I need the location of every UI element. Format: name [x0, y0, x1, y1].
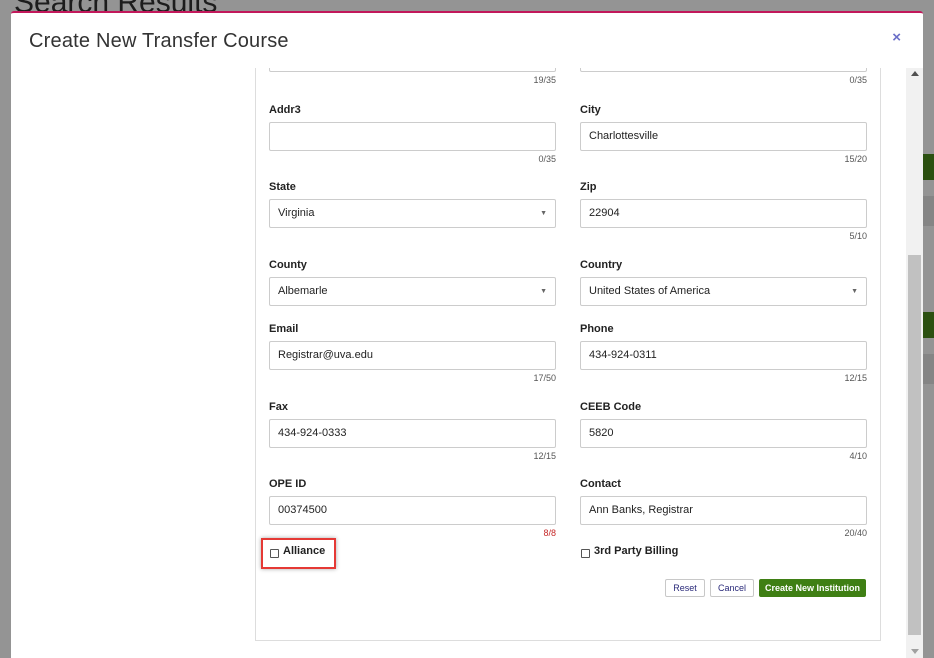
chevron-down-icon: ▼: [540, 210, 547, 217]
city-input[interactable]: Charlottesville: [580, 122, 867, 151]
third-party-billing-label[interactable]: 3rd Party Billing: [594, 545, 678, 557]
ceeb-code-counter: 4/10: [849, 451, 867, 461]
scroll-down-icon[interactable]: [911, 649, 919, 654]
addr-right-input[interactable]: [580, 68, 867, 72]
fax-label: Fax: [269, 401, 288, 413]
county-select[interactable]: Albemarle ▼: [269, 277, 556, 306]
zip-counter: 5/10: [849, 231, 867, 241]
email-input[interactable]: Registrar@uva.edu: [269, 341, 556, 370]
country-select[interactable]: United States of America ▼: [580, 277, 867, 306]
county-selected-value: Albemarle: [278, 285, 328, 297]
zip-label: Zip: [580, 181, 597, 193]
reset-button[interactable]: Reset: [665, 579, 705, 597]
ope-id-label: OPE ID: [269, 478, 307, 490]
fax-counter: 12/15: [533, 451, 556, 461]
create-transfer-course-modal: Create New Transfer Course × 19/35 0/35 …: [11, 11, 923, 658]
modal-header: Create New Transfer Course ×: [11, 13, 923, 68]
contact-counter: 20/40: [844, 528, 867, 538]
alliance-checkbox[interactable]: [270, 549, 279, 558]
addr2-counter: 19/35: [533, 75, 556, 85]
modal-title: Create New Transfer Course: [29, 30, 289, 52]
county-label: County: [269, 259, 307, 271]
modal-body: 19/35 0/35 Addr3 0/35 City Charlottesvil…: [11, 68, 923, 658]
ope-id-counter: 8/8: [543, 528, 556, 538]
country-label: Country: [580, 259, 623, 271]
scroll-up-icon[interactable]: [911, 71, 919, 76]
addr2-input[interactable]: [269, 68, 556, 72]
institution-form: 19/35 0/35 Addr3 0/35 City Charlottesvil…: [255, 68, 881, 641]
state-label: State: [269, 181, 296, 193]
addr3-input[interactable]: [269, 122, 556, 151]
contact-input[interactable]: Ann Banks, Registrar: [580, 496, 867, 525]
phone-input[interactable]: 434-924-0311: [580, 341, 867, 370]
fax-input[interactable]: 434-924-0333: [269, 419, 556, 448]
phone-label: Phone: [580, 323, 614, 335]
ope-id-input[interactable]: 00374500: [269, 496, 556, 525]
ceeb-code-input[interactable]: 5820: [580, 419, 867, 448]
addr3-label: Addr3: [269, 104, 301, 116]
city-label: City: [580, 104, 601, 116]
state-select[interactable]: Virginia ▼: [269, 199, 556, 228]
state-selected-value: Virginia: [278, 207, 315, 219]
addr3-counter: 0/35: [538, 154, 556, 164]
cancel-button[interactable]: Cancel: [710, 579, 754, 597]
third-party-billing-checkbox[interactable]: [581, 549, 590, 558]
ceeb-code-label: CEEB Code: [580, 401, 642, 413]
create-new-institution-button[interactable]: Create New Institution: [759, 579, 866, 597]
chevron-down-icon: ▼: [540, 288, 547, 295]
email-label: Email: [269, 323, 299, 335]
phone-counter: 12/15: [844, 373, 867, 383]
country-selected-value: United States of America: [589, 285, 711, 297]
email-counter: 17/50: [533, 373, 556, 383]
scrollbar-thumb[interactable]: [908, 255, 921, 635]
city-counter: 15/20: [844, 154, 867, 164]
alliance-label[interactable]: Alliance: [283, 545, 325, 557]
zip-input[interactable]: 22904: [580, 199, 867, 228]
contact-label: Contact: [580, 478, 621, 490]
modal-scrollbar[interactable]: [906, 68, 923, 658]
close-icon[interactable]: ×: [892, 29, 901, 46]
chevron-down-icon: ▼: [851, 288, 858, 295]
addr-right-counter: 0/35: [849, 75, 867, 85]
